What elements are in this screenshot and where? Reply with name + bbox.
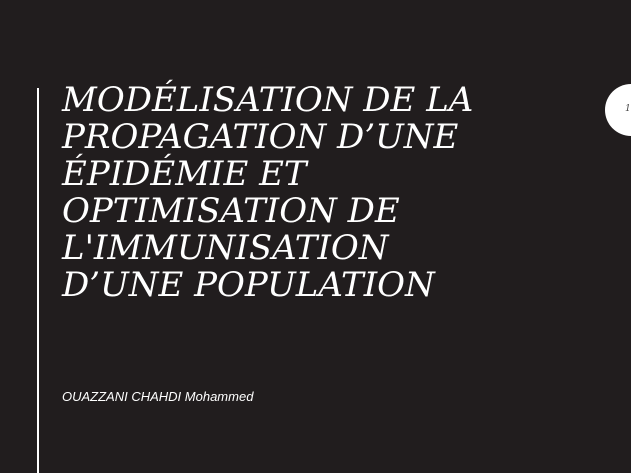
slide-title: MODÉLISATION DE LA PROPAGATION D’UNE ÉPI… xyxy=(62,82,582,304)
slide: MODÉLISATION DE LA PROPAGATION D’UNE ÉPI… xyxy=(0,0,631,473)
title-line: MODÉLISATION DE LA xyxy=(62,80,474,120)
title-line: L'IMMUNISATION xyxy=(62,228,389,268)
page-number-badge: 1 xyxy=(605,84,631,136)
title-line: OPTIMISATION DE xyxy=(62,191,400,231)
author-name: OUAZZANI CHAHDI Mohammed xyxy=(62,389,254,404)
title-line: D’UNE POPULATION xyxy=(62,265,435,305)
accent-divider-line xyxy=(37,88,39,473)
title-line: PROPAGATION D’UNE xyxy=(62,117,459,157)
title-line: ÉPIDÉMIE ET xyxy=(62,154,307,194)
page-number: 1 xyxy=(625,104,631,114)
